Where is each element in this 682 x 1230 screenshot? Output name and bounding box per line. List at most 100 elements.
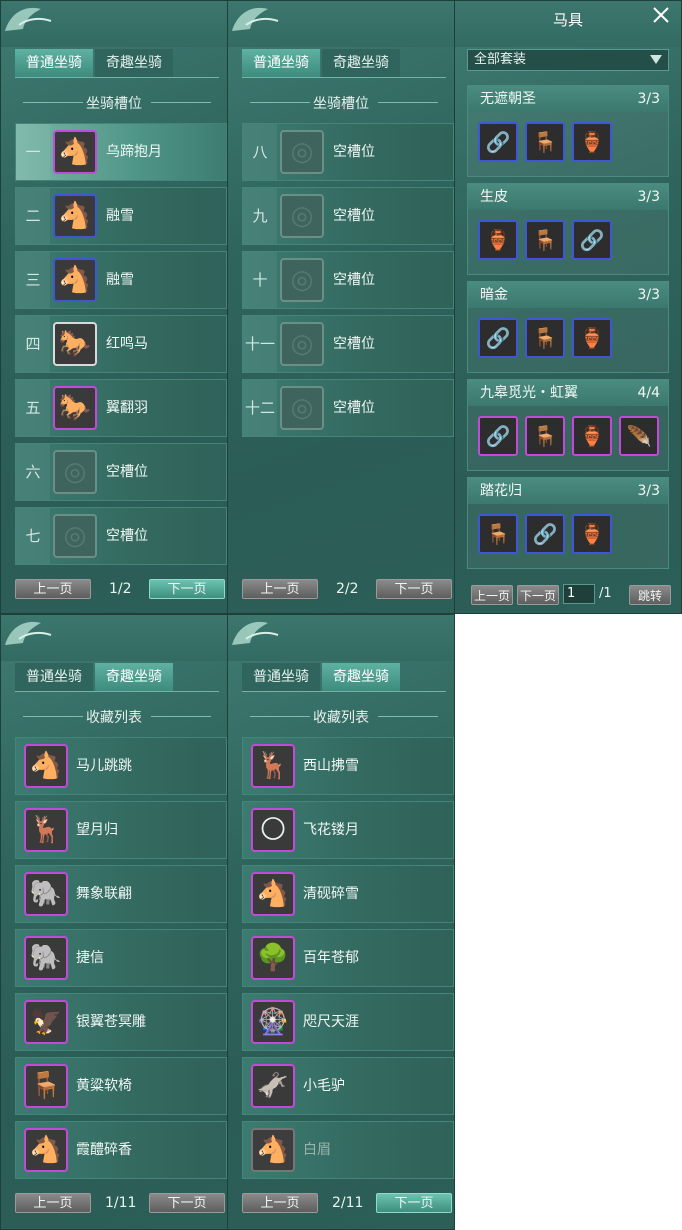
- mount-slot-row[interactable]: 十二 ◎ 空槽位: [242, 379, 454, 437]
- mount-slot-row[interactable]: 八 ◎ 空槽位: [242, 123, 454, 181]
- equipment-set: 无遮朝圣 3/3 🔗 🪑 🏺: [467, 85, 669, 177]
- mount-slot-row[interactable]: 六 ◎ 空槽位: [15, 443, 227, 501]
- bridle-icon[interactable]: 🔗: [572, 220, 612, 260]
- mount-name: 空槽位: [333, 336, 375, 352]
- empty-slot-icon: ◎: [280, 386, 324, 430]
- mount-slot-row[interactable]: 七 ◎ 空槽位: [15, 507, 227, 565]
- stirrup-icon[interactable]: 🏺: [572, 514, 612, 554]
- tab-normal-mounts[interactable]: 普通坐骑: [242, 663, 320, 691]
- mount-tabs: 普通坐骑 奇趣坐骑: [242, 49, 446, 78]
- black-horse-icon: 🐎: [53, 386, 97, 430]
- mount-slot-row[interactable]: 九 ◎ 空槽位: [242, 187, 454, 245]
- prev-page-button[interactable]: 上一页: [242, 1193, 318, 1213]
- mount-slot-row[interactable]: 一 🐴 乌蹄抱月: [15, 123, 227, 181]
- collection-row[interactable]: 🌕 飞花镂月: [242, 801, 454, 859]
- mount-slot-row[interactable]: 四 🐎 红鸣马: [15, 315, 227, 373]
- stirrup-icon[interactable]: 🏺: [572, 416, 612, 456]
- prev-page-button[interactable]: 上一页: [15, 1193, 91, 1213]
- locked-mount-icon: 🐴: [251, 1128, 295, 1172]
- golden-orb-icon: 🌕: [251, 808, 295, 852]
- next-page-button[interactable]: 下一页: [376, 579, 452, 599]
- collection-row[interactable]: 🐴 清砚碎雪: [242, 865, 454, 923]
- mount-slot-row[interactable]: 十 ◎ 空槽位: [242, 251, 454, 309]
- divider: [151, 102, 211, 103]
- collection-row[interactable]: 🐴 白眉: [242, 1121, 454, 1179]
- prev-page-button[interactable]: 上一页: [242, 579, 318, 599]
- tab-fun-mounts[interactable]: 奇趣坐骑: [95, 49, 173, 77]
- set-header: 九皋觅光・虹翼 4/4: [468, 380, 668, 406]
- mount-tabs: 普通坐骑 奇趣坐骑: [242, 663, 446, 692]
- slot-number: 十二: [243, 380, 277, 436]
- collection-row[interactable]: 🪑 黄粱软椅: [15, 1057, 227, 1115]
- bridle-icon[interactable]: 🔗: [478, 318, 518, 358]
- page-indicator: 1/2: [109, 581, 132, 597]
- set-filter-dropdown[interactable]: 全部套装: [467, 49, 669, 71]
- stirrup-icon[interactable]: 🏺: [572, 318, 612, 358]
- close-icon[interactable]: [651, 5, 671, 25]
- next-page-button[interactable]: 下一页: [376, 1193, 452, 1213]
- wing-icon[interactable]: 🪶: [619, 416, 659, 456]
- mount-name: 空槽位: [333, 208, 375, 224]
- bridle-icon[interactable]: 🔗: [478, 416, 518, 456]
- slot-number: 八: [243, 124, 277, 180]
- equipment-set: 踏花归 3/3 🪑 🔗 🏺: [467, 477, 669, 569]
- saddle-icon[interactable]: 🪑: [525, 220, 565, 260]
- prev-page-button[interactable]: 上一页: [471, 585, 513, 605]
- stirrup-icon[interactable]: 🏺: [478, 220, 518, 260]
- mount-name: 空槽位: [333, 272, 375, 288]
- empty-slot-icon: ◎: [53, 514, 97, 558]
- jump-button[interactable]: 跳转: [629, 585, 671, 605]
- dragon-ornament-icon: [5, 621, 52, 645]
- prev-page-button[interactable]: 上一页: [15, 579, 91, 599]
- stirrup-icon[interactable]: 🏺: [572, 122, 612, 162]
- divider: [151, 716, 211, 717]
- tab-fun-mounts[interactable]: 奇趣坐骑: [322, 49, 400, 77]
- collection-row[interactable]: 🎡 咫尺天涯: [242, 993, 454, 1051]
- section-title: 坐骑槽位: [86, 96, 142, 112]
- hopping-horse-icon: 🐴: [24, 744, 68, 788]
- mount-name: 乌蹄抱月: [106, 144, 162, 160]
- white-elephant-icon: 🐘: [24, 936, 68, 980]
- slot-number: 二: [16, 188, 50, 244]
- slot-number: 一: [16, 124, 50, 180]
- saddle-icon[interactable]: 🪑: [525, 318, 565, 358]
- saddle-icon[interactable]: 🪑: [525, 416, 565, 456]
- next-page-button[interactable]: 下一页: [517, 585, 559, 605]
- collection-row[interactable]: 🐘 舞象联翩: [15, 865, 227, 923]
- slot-number: 十一: [243, 316, 277, 372]
- collection-row[interactable]: 🐴 霞醴碎香: [15, 1121, 227, 1179]
- collection-row[interactable]: 🦌 西山拂雪: [242, 737, 454, 795]
- bridle-icon[interactable]: 🔗: [525, 514, 565, 554]
- saddle-icon[interactable]: 🪑: [525, 122, 565, 162]
- collection-row[interactable]: 🦌 望月归: [15, 801, 227, 859]
- mount-slot-row[interactable]: 五 🐎 翼翻羽: [15, 379, 227, 437]
- brown-horse-icon: 🐎: [53, 322, 97, 366]
- tab-fun-mounts[interactable]: 奇趣坐骑: [95, 663, 173, 691]
- mount-name: 空槽位: [106, 464, 148, 480]
- mount-slot-row[interactable]: 三 🐴 融雪: [15, 251, 227, 309]
- tab-normal-mounts[interactable]: 普通坐骑: [15, 49, 93, 77]
- page-number-input[interactable]: 1: [563, 584, 595, 604]
- tab-normal-mounts[interactable]: 普通坐骑: [242, 49, 320, 77]
- mount-name: 望月归: [76, 822, 118, 838]
- bridle-icon[interactable]: 🔗: [478, 122, 518, 162]
- mount-name: 黄粱软椅: [76, 1078, 132, 1094]
- collection-row[interactable]: 🦅 银翼苍冥雕: [15, 993, 227, 1051]
- dragon-ornament-icon: [5, 7, 52, 31]
- deer-icon: 🦌: [251, 744, 295, 788]
- mount-slot-row[interactable]: 二 🐴 融雪: [15, 187, 227, 245]
- saddle-icon[interactable]: 🪑: [478, 514, 518, 554]
- tab-fun-mounts[interactable]: 奇趣坐骑: [322, 663, 400, 691]
- set-header: 暗金 3/3: [468, 282, 668, 308]
- collection-row[interactable]: 🌳 百年苍郁: [242, 929, 454, 987]
- dragon-ornament-icon: [232, 7, 279, 31]
- divider: [378, 716, 438, 717]
- next-page-button[interactable]: 下一页: [149, 579, 225, 599]
- mount-slot-row[interactable]: 十一 ◎ 空槽位: [242, 315, 454, 373]
- collection-row[interactable]: 🫏 小毛驴: [242, 1057, 454, 1115]
- collection-row[interactable]: 🐴 马儿跳跳: [15, 737, 227, 795]
- tab-normal-mounts[interactable]: 普通坐骑: [15, 663, 93, 691]
- next-page-button[interactable]: 下一页: [149, 1193, 225, 1213]
- collection-row[interactable]: 🐘 捷信: [15, 929, 227, 987]
- white-horse-icon: 🐴: [53, 130, 97, 174]
